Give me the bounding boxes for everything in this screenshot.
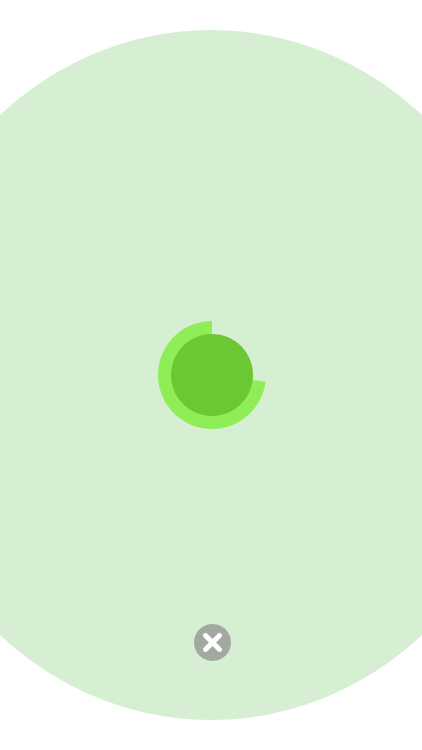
center-dot — [171, 334, 253, 416]
progress-ring — [158, 321, 266, 429]
screen — [0, 0, 422, 750]
close-button[interactable] — [194, 624, 231, 661]
close-icon — [203, 633, 222, 652]
